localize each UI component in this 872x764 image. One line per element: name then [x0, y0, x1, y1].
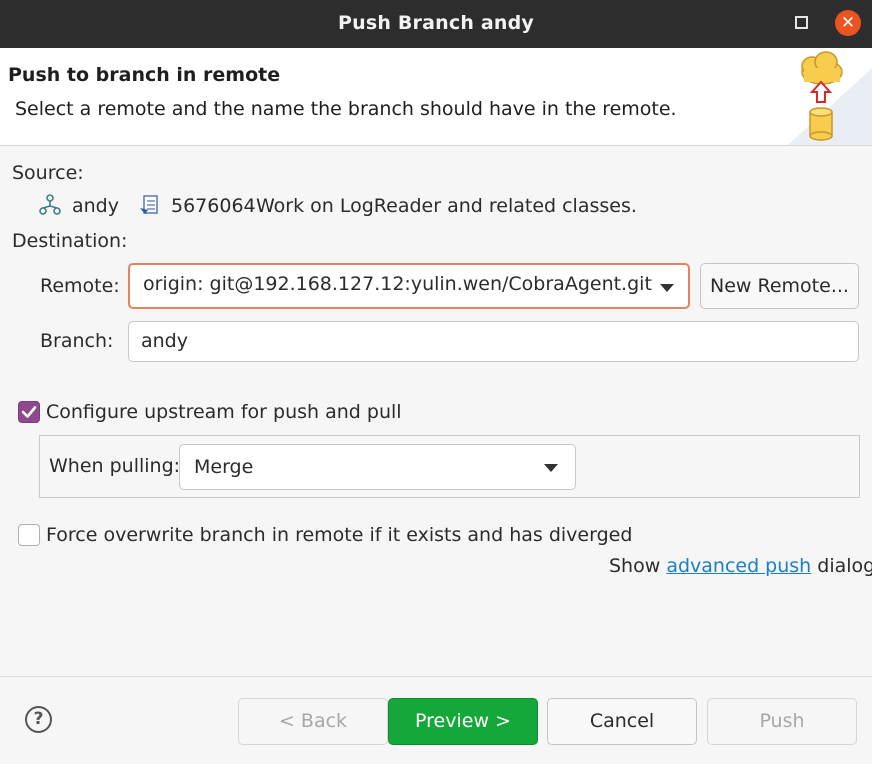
- force-overwrite-label[interactable]: Force overwrite branch in remote if it e…: [46, 524, 632, 546]
- when-pulling-label: When pulling:: [49, 455, 181, 477]
- back-button[interactable]: < Back: [238, 698, 388, 745]
- cloud-icon: [801, 51, 843, 85]
- new-remote-button[interactable]: New Remote...: [700, 263, 859, 309]
- push-to-remote-graphic: [788, 51, 872, 145]
- close-button[interactable]: ✕: [835, 10, 861, 36]
- footer-divider: [0, 676, 872, 677]
- help-icon: ?: [33, 709, 44, 729]
- source-label: Source:: [12, 162, 84, 184]
- checkmark-icon: [21, 406, 37, 418]
- cancel-button[interactable]: Cancel: [547, 698, 697, 745]
- configure-upstream-label[interactable]: Configure upstream for push and pull: [46, 401, 402, 423]
- when-pulling-value: Merge: [194, 456, 254, 478]
- arrow-up-icon: [809, 80, 833, 103]
- remote-select-value: origin: git@192.168.127.12:yulin.wen/Cob…: [143, 273, 652, 295]
- database-icon: [809, 107, 833, 141]
- when-pulling-select[interactable]: Merge: [179, 444, 576, 490]
- remote-label: Remote:: [40, 275, 120, 297]
- help-button[interactable]: ?: [25, 706, 52, 733]
- advanced-push-text: Show advanced push dialog: [609, 555, 872, 577]
- chevron-down-icon: [660, 284, 674, 292]
- branch-input-value: andy: [141, 330, 188, 352]
- advanced-push-suffix: dialog: [811, 555, 872, 577]
- push-button[interactable]: Push: [707, 698, 857, 745]
- chevron-down-icon: [544, 464, 558, 472]
- branch-icon: [39, 194, 61, 215]
- window-title: Push Branch andy: [337, 12, 535, 34]
- close-icon: ✕: [840, 13, 856, 33]
- maximize-button[interactable]: [795, 16, 808, 29]
- commit-icon: [140, 195, 158, 214]
- advanced-push-link[interactable]: advanced push: [666, 555, 811, 577]
- source-branch: andy: [72, 195, 119, 217]
- remote-select[interactable]: origin: git@192.168.127.12:yulin.wen/Cob…: [128, 263, 690, 309]
- preview-button[interactable]: Preview >: [388, 698, 538, 745]
- banner-title: Push to branch in remote: [8, 64, 281, 86]
- advanced-push-prefix: Show: [609, 555, 667, 577]
- source-commit-message: Work on LogReader and related classes.: [256, 195, 637, 217]
- window-titlebar: Push Branch andy ✕: [0, 0, 872, 48]
- configure-upstream-checkbox[interactable]: [18, 401, 40, 423]
- force-overwrite-checkbox[interactable]: [18, 524, 40, 546]
- source-commit-id: 5676064: [171, 195, 256, 217]
- banner-description: Select a remote and the name the branch …: [15, 98, 677, 120]
- branch-input[interactable]: andy: [128, 321, 859, 362]
- branch-label: Branch:: [40, 330, 114, 352]
- wizard-banner: Push to branch in remote Select a remote…: [0, 48, 872, 146]
- destination-label: Destination:: [12, 230, 128, 252]
